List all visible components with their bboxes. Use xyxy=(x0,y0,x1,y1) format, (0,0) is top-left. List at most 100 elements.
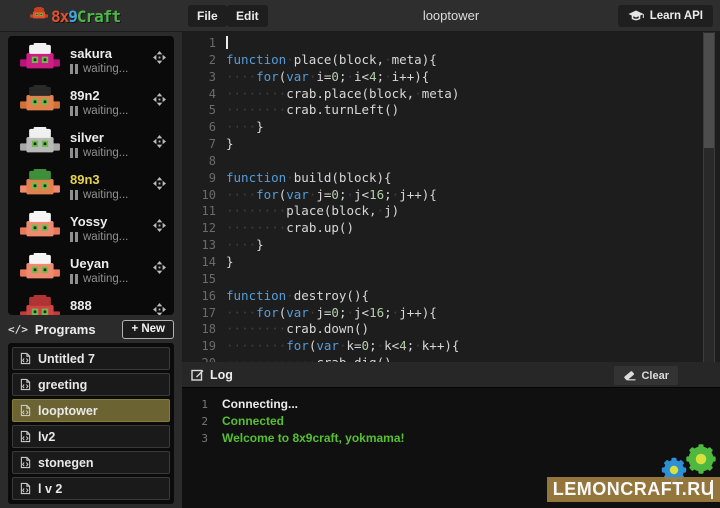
crab-avatar xyxy=(20,253,60,287)
code-line: 11········place(block,·j) xyxy=(182,203,720,220)
player-status: waiting... xyxy=(70,105,153,117)
crab-logo-icon xyxy=(30,7,48,25)
player-status: waiting... xyxy=(70,315,153,316)
app-logo: 8x9Craft xyxy=(30,4,120,28)
clear-log-button[interactable]: Clear xyxy=(614,366,678,385)
learn-api-label: Learn API xyxy=(650,10,703,22)
move-icon[interactable] xyxy=(153,135,166,153)
programs-header: </> Programs + New xyxy=(8,317,174,341)
editor-scrollbar-track[interactable] xyxy=(703,32,715,362)
player-name: 89n3 xyxy=(70,172,153,187)
crab-avatar xyxy=(20,169,60,203)
move-icon[interactable] xyxy=(153,261,166,279)
player-row[interactable]: 888 waiting... xyxy=(8,291,174,315)
player-status: waiting... xyxy=(70,273,153,285)
log-line-text: Welcome to 8x9craft, yokmama! xyxy=(222,430,405,447)
new-program-button[interactable]: + New xyxy=(122,320,174,339)
log-line-number: 2 xyxy=(182,413,222,430)
player-status-text: waiting... xyxy=(83,189,128,201)
text-cursor xyxy=(226,36,228,49)
app-logo-text: 8x9Craft xyxy=(51,7,120,26)
log-line-number: 3 xyxy=(182,430,222,447)
log-header: Log Clear xyxy=(182,362,720,388)
line-number: 9 xyxy=(182,170,226,187)
player-meta: Yossy waiting... xyxy=(70,214,153,243)
player-status-text: waiting... xyxy=(83,147,128,159)
player-name: 888 xyxy=(70,298,153,313)
line-number: 4 xyxy=(182,86,226,103)
code-line: 3····for(var·i=0;·i<4;·i++){ xyxy=(182,69,720,86)
program-item[interactable]: Untitled 7 xyxy=(12,347,170,370)
program-item[interactable]: lv2 xyxy=(12,425,170,448)
log-compose-icon xyxy=(191,368,204,381)
line-number: 17 xyxy=(182,305,226,322)
move-icon[interactable] xyxy=(153,177,166,195)
program-label: lv2 xyxy=(38,430,55,444)
editor-scrollbar-thumb[interactable] xyxy=(704,33,714,148)
program-item[interactable]: stonegen xyxy=(12,451,170,474)
player-status-text: waiting... xyxy=(83,63,128,75)
program-label: looptower xyxy=(38,404,98,418)
player-meta: sakurawaiting... xyxy=(70,46,153,75)
player-status-text: waiting... xyxy=(83,315,128,316)
code-editor[interactable]: 12function·place(block,·meta){3····for(v… xyxy=(182,32,720,362)
player-row[interactable]: sakurawaiting... xyxy=(8,39,174,81)
player-status-text: waiting... xyxy=(83,231,128,243)
move-icon[interactable] xyxy=(153,93,166,111)
line-number: 1 xyxy=(182,35,226,52)
program-label: l v 2 xyxy=(38,482,62,496)
program-item[interactable]: looptower xyxy=(12,399,170,422)
line-number: 12 xyxy=(182,220,226,237)
graduation-cap-icon xyxy=(628,10,644,22)
crab-avatar xyxy=(20,43,60,77)
line-number: 15 xyxy=(182,271,226,288)
player-status-text: waiting... xyxy=(83,273,128,285)
crab-avatar xyxy=(20,211,60,245)
line-number: 5 xyxy=(182,102,226,119)
log-line: 3Welcome to 8x9craft, yokmama! xyxy=(182,430,720,447)
line-number: 20 xyxy=(182,355,226,362)
crab-avatar xyxy=(20,127,60,161)
code-line: 9function·build(block){ xyxy=(182,170,720,187)
file-code-icon xyxy=(20,456,38,469)
watermark: LEMONCRAFT.RU xyxy=(547,477,720,502)
player-meta: 888 waiting... xyxy=(70,298,153,316)
code-line: 15 xyxy=(182,271,720,288)
program-label: Untitled 7 xyxy=(38,352,95,366)
program-item[interactable]: l v 2 xyxy=(12,477,170,500)
line-number: 14 xyxy=(182,254,226,271)
player-row[interactable]: Ueyanwaiting... xyxy=(8,249,174,291)
player-status-text: waiting... xyxy=(83,105,128,117)
learn-api-button[interactable]: Learn API xyxy=(618,5,713,27)
pause-icon xyxy=(70,232,78,242)
code-line: 2function·place(block,·meta){ xyxy=(182,52,720,69)
line-number: 13 xyxy=(182,237,226,254)
player-name: silver xyxy=(70,130,153,145)
player-row[interactable]: Yossy waiting... xyxy=(8,207,174,249)
player-status: waiting... xyxy=(70,147,153,159)
code-line: 17····for(var·j=0;·j<16;·j++){ xyxy=(182,305,720,322)
watermark-cursor-line xyxy=(711,480,713,499)
log-line-number: 1 xyxy=(182,396,222,413)
code-line: 14} xyxy=(182,254,720,271)
code-brackets-icon: </> xyxy=(8,323,28,336)
eraser-icon xyxy=(623,371,636,381)
code-line: 16function·destroy(){ xyxy=(182,288,720,305)
pause-icon xyxy=(70,274,78,284)
move-icon[interactable] xyxy=(153,51,166,69)
line-number: 3 xyxy=(182,69,226,86)
player-meta: Ueyanwaiting... xyxy=(70,256,153,285)
player-row[interactable]: 89n2waiting... xyxy=(8,81,174,123)
player-meta: 89n3 waiting... xyxy=(70,172,153,201)
move-icon[interactable] xyxy=(153,303,166,315)
player-row[interactable]: silver waiting... xyxy=(8,123,174,165)
player-row[interactable]: 89n3 waiting... xyxy=(8,165,174,207)
line-number: 19 xyxy=(182,338,226,355)
code-line: 19········for(var·k=0;·k<4;·k++){ xyxy=(182,338,720,355)
program-item[interactable]: greeting xyxy=(12,373,170,396)
player-name: Yossy xyxy=(70,214,153,229)
line-number: 2 xyxy=(182,52,226,69)
move-icon[interactable] xyxy=(153,219,166,237)
line-number: 7 xyxy=(182,136,226,153)
clear-log-label: Clear xyxy=(641,370,669,382)
